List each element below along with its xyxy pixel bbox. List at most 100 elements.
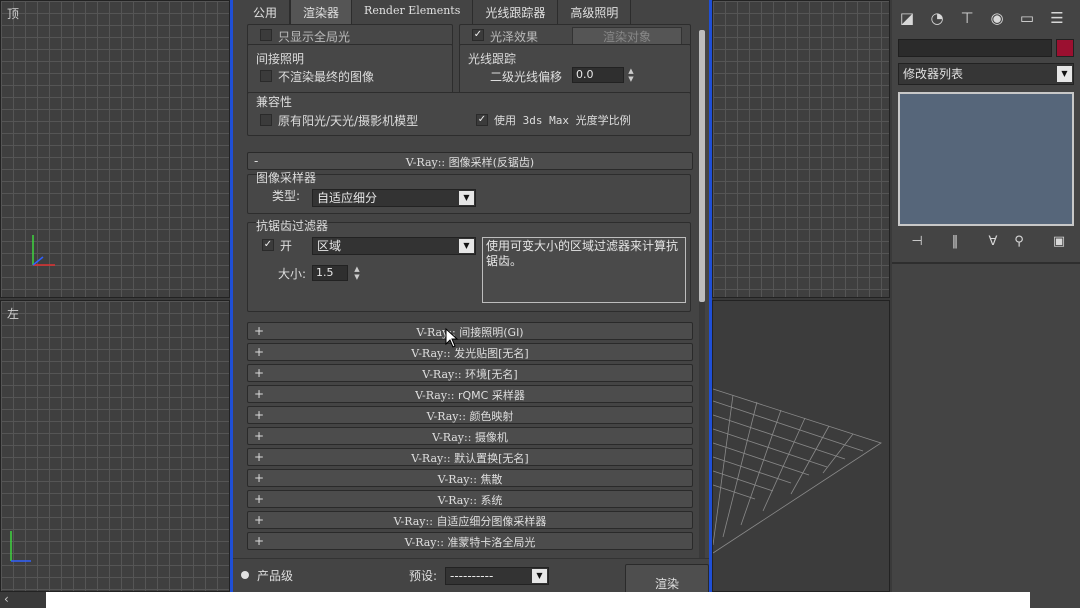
display-icon[interactable]: ▭ bbox=[1016, 8, 1038, 28]
rollout-prefix: V-Ray:: bbox=[411, 347, 451, 360]
modifier-list-dropdown[interactable]: 修改器列表 ▼ bbox=[898, 63, 1074, 85]
viewport-perspective[interactable] bbox=[712, 300, 890, 592]
only-gi-checkbox[interactable] bbox=[260, 29, 272, 41]
rollout-caustics[interactable]: + V-Ray:: 焦散 bbox=[247, 469, 693, 487]
hierarchy-icon[interactable]: ⊤ bbox=[956, 8, 978, 28]
rollout-color-mapping[interactable]: + V-Ray:: 颜色映射 bbox=[247, 406, 693, 424]
rollout-prefix: V-Ray:: bbox=[411, 452, 451, 465]
tab-raytracer[interactable]: 光线跟踪器 bbox=[473, 0, 559, 24]
dont-render-final-label: 不渲染最终的图像 bbox=[278, 70, 375, 84]
aa-size-input[interactable]: 1.5 bbox=[312, 265, 348, 281]
legacy-sun-sky-camera-checkbox[interactable] bbox=[260, 114, 272, 126]
viewport-left[interactable]: 左 bbox=[0, 300, 230, 592]
rollout-title: 焦散 bbox=[480, 473, 503, 486]
rollout-prefix: V-Ray:: bbox=[432, 431, 472, 444]
tab-advanced-lighting[interactable]: 高级照明 bbox=[558, 0, 632, 24]
rollout-prefix: V-Ray:: bbox=[422, 368, 462, 381]
rollout-image-sampler[interactable]: - V-Ray:: 图像采样(反锯齿) bbox=[247, 152, 693, 170]
aa-filter-dropdown[interactable]: 区域 ▼ bbox=[312, 237, 476, 255]
mouse-cursor-icon bbox=[445, 328, 459, 348]
rollout-adaptive-subdivision-sampler[interactable]: + V-Ray:: 自适应细分图像采样器 bbox=[247, 511, 693, 529]
rollout-system-label: V-Ray:: 系统 bbox=[248, 492, 692, 508]
stack-tools: ⊣ ‖ ∀ ⚲ ▣ bbox=[898, 234, 1074, 252]
modifier-stack[interactable] bbox=[898, 92, 1074, 226]
rollout-qmc-gi[interactable]: + V-Ray:: 准蒙特卡洛全局光 bbox=[247, 532, 693, 550]
rollout-camera-label: V-Ray:: 摄像机 bbox=[248, 429, 692, 445]
preset-dropdown[interactable]: ---------- ▼ bbox=[445, 567, 549, 585]
compatibility-title: 兼容性 bbox=[256, 95, 293, 109]
secondary-bias-input[interactable]: 0.0 bbox=[572, 67, 624, 83]
object-color-swatch[interactable] bbox=[1056, 39, 1074, 57]
rollout-default-displacement-label: V-Ray:: 默认置换[无名] bbox=[248, 450, 692, 466]
tab-common[interactable]: 公用 bbox=[241, 0, 291, 24]
rollout-caustics-label: V-Ray:: 焦散 bbox=[248, 471, 692, 487]
tab-render-elements[interactable]: Render Elements bbox=[352, 0, 474, 24]
scroll-left-icon[interactable]: ‹ bbox=[4, 592, 9, 606]
modify-icon[interactable]: ◔ bbox=[926, 8, 948, 28]
create-icon[interactable]: ◪ bbox=[896, 8, 918, 28]
aa-filter-value: 区域 bbox=[317, 239, 342, 253]
rollout-prefix: V-Ray:: bbox=[437, 473, 477, 486]
timeline-slider-area[interactable] bbox=[46, 592, 1030, 608]
chevron-down-icon[interactable]: ▼ bbox=[459, 239, 474, 253]
make-unique-icon[interactable]: ∀ bbox=[982, 232, 1004, 252]
chevron-down-icon[interactable]: ▼ bbox=[1057, 66, 1072, 82]
photometric-scale-label: 使用 3ds Max 光度学比例 bbox=[494, 114, 631, 127]
rollout-environment-label: V-Ray:: 环境[无名] bbox=[248, 366, 692, 382]
rollout-irradiance-map[interactable]: + V-Ray:: 发光贴图[无名] bbox=[247, 343, 693, 361]
render-objects-button[interactable]: 渲染对象 bbox=[572, 27, 682, 45]
viewport-top-label[interactable]: 顶 bbox=[7, 5, 19, 22]
rollout-color-mapping-label: V-Ray:: 颜色映射 bbox=[248, 408, 692, 424]
pin-stack-icon[interactable]: ⊣ bbox=[906, 232, 928, 252]
utilities-icon[interactable]: ☰ bbox=[1046, 8, 1068, 28]
rollout-title: 系统 bbox=[480, 494, 503, 507]
rollout-gi[interactable]: + V-Ray:: 间接照明(GI) bbox=[247, 322, 693, 340]
secondary-bias-label: 二级光线偏移 bbox=[490, 70, 563, 84]
rollout-prefix: V-Ray:: bbox=[405, 156, 446, 169]
chevron-down-icon[interactable]: ▼ bbox=[532, 569, 547, 583]
production-radio[interactable] bbox=[241, 571, 249, 579]
dont-render-final-checkbox[interactable] bbox=[260, 70, 272, 82]
sampler-type-dropdown[interactable]: 自适应细分 ▼ bbox=[312, 189, 476, 207]
object-name-field[interactable] bbox=[898, 39, 1052, 57]
show-end-result-icon[interactable]: ‖ bbox=[944, 232, 966, 252]
preset-value: ---------- bbox=[450, 569, 494, 583]
tab-bar: 公用 渲染器 Render Elements 光线跟踪器 高级照明 bbox=[233, 0, 709, 24]
chevron-down-icon[interactable]: ▼ bbox=[459, 191, 474, 205]
timeline-left[interactable]: ‹ bbox=[0, 592, 46, 608]
rollout-environment[interactable]: + V-Ray:: 环境[无名] bbox=[247, 364, 693, 382]
rollout-title: 摄像机 bbox=[474, 431, 508, 444]
rollout-camera[interactable]: + V-Ray:: 摄像机 bbox=[247, 427, 693, 445]
rollout-title: 默认置换[无名] bbox=[454, 452, 529, 465]
secondary-bias-spinner[interactable]: ▲ ▼ bbox=[626, 67, 636, 83]
rollout-title: 图像采样(反锯齿) bbox=[448, 156, 535, 169]
viewport-top[interactable]: 顶 bbox=[0, 0, 230, 298]
rollout-title: rQMC 采样器 bbox=[458, 389, 525, 402]
rollout-system[interactable]: + V-Ray:: 系统 bbox=[247, 490, 693, 508]
aa-size-label: 大小: bbox=[278, 267, 307, 281]
preset-label: 预设: bbox=[409, 569, 438, 583]
aa-filter-on-checkbox[interactable]: ✓ bbox=[262, 239, 274, 251]
glossy-checkbox[interactable]: ✓ bbox=[472, 29, 484, 41]
panel-divider bbox=[892, 262, 1080, 264]
rollout-adaptive-subdivision-sampler-label: V-Ray:: 自适应细分图像采样器 bbox=[248, 513, 692, 529]
indirect-illumination-group: 间接照明 不渲染最终的图像 bbox=[247, 44, 453, 96]
glossy-label: 光泽效果 bbox=[490, 30, 539, 44]
remove-modifier-icon[interactable]: ⚲ bbox=[1008, 232, 1030, 252]
raytrace-group: 光线跟踪 二级光线偏移 0.0 ▲ ▼ bbox=[459, 44, 691, 96]
image-sampler-title: 图像采样器 bbox=[256, 171, 317, 185]
global-switches-partial: 只显示全局光 bbox=[247, 24, 453, 46]
scrollbar-thumb[interactable] bbox=[699, 30, 705, 302]
rollout-default-displacement[interactable]: + V-Ray:: 默认置换[无名] bbox=[247, 448, 693, 466]
photometric-scale-checkbox[interactable]: ✓ bbox=[476, 114, 488, 126]
dialog-scrollbar[interactable] bbox=[699, 30, 705, 560]
rollout-rqmc-sampler[interactable]: + V-Ray:: rQMC 采样器 bbox=[247, 385, 693, 403]
configure-modifier-sets-icon[interactable]: ▣ bbox=[1048, 232, 1070, 252]
aa-size-spinner[interactable]: ▲ ▼ bbox=[352, 265, 362, 281]
viewport-left-label[interactable]: 左 bbox=[7, 305, 19, 322]
motion-icon[interactable]: ◉ bbox=[986, 8, 1008, 28]
raytrace-title: 光线跟踪 bbox=[468, 52, 517, 66]
rollout-rqmc-sampler-label: V-Ray:: rQMC 采样器 bbox=[248, 387, 692, 403]
viewport-front[interactable] bbox=[712, 0, 890, 298]
tab-renderer[interactable]: 渲染器 bbox=[290, 0, 353, 24]
